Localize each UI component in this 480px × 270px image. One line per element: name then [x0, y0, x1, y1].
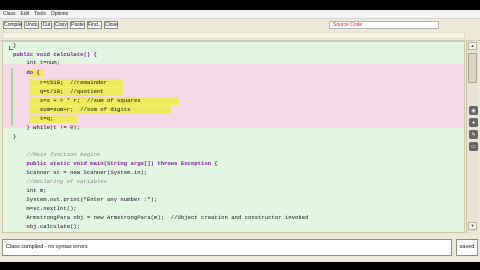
scroll-thumb[interactable] — [468, 53, 477, 83]
menu-tools[interactable]: Tools — [34, 10, 46, 18]
paste-button[interactable]: Paste — [70, 21, 85, 29]
code-text: m=sc.nextInt(); — [13, 205, 77, 212]
code-text: r=t%10; //remainder — [13, 79, 107, 86]
code-text: int t=num; — [13, 59, 60, 66]
code-text: //declaring of variables — [13, 178, 107, 185]
code-text: sum=sum+r; //sum of digits — [13, 106, 131, 113]
code-line: sum=sum+r; //sum of digits — [3, 106, 464, 114]
code-line: } — [3, 133, 464, 141]
code-text: System.out.print("Enter any number :"); — [13, 196, 158, 203]
code-line: public static void main(String args[]) t… — [3, 160, 464, 168]
menubar: Class Edit Tools Options — [0, 10, 480, 19]
code-text: public static void main(String args[]) t… — [13, 160, 218, 167]
code-text: int m; — [13, 187, 47, 194]
code-line: m=sc.nextInt(); — [3, 205, 464, 213]
code-text: Scanner sc = new Scanner(System.in); — [13, 169, 148, 176]
close-button[interactable]: Close — [104, 21, 118, 29]
code-line: } — [3, 42, 464, 50]
code-text: } — [13, 42, 17, 49]
letterbox-top — [0, 0, 480, 10]
code-line: do { — [3, 69, 464, 77]
code-text: public void calculate() { — [13, 51, 97, 58]
monitor-icon[interactable]: ▭ — [469, 142, 478, 151]
code-line: public void calculate() { — [3, 51, 464, 59]
code-line: } while(t != 0); — [3, 124, 464, 132]
code-line: s=s + r * r; //sum of squares — [3, 97, 464, 105]
code-text: obj.calculate(); — [13, 223, 81, 230]
scroll-up-icon[interactable]: ▲ — [468, 42, 477, 50]
code-text: do { — [13, 69, 40, 76]
bluej-editor-window: Class Edit Tools Options Compile Undo Cu… — [0, 10, 480, 262]
code-line: ArmstrongPara obj = new ArmstrongPara(m)… — [3, 214, 464, 222]
code-text: s=s + r * r; //sum of squares — [13, 97, 141, 104]
code-text: //Main function begins — [13, 151, 101, 158]
code-line: q=t/10; //quotient — [3, 88, 464, 96]
letterbox-bottom — [0, 262, 480, 270]
copy-button[interactable]: Copy — [54, 21, 68, 29]
code-line: int t=num; — [3, 59, 464, 67]
code-line: //declaring of variables — [3, 178, 464, 186]
status-message: Class compiled - no syntax errors — [2, 239, 452, 256]
menu-edit[interactable]: Edit — [21, 10, 30, 18]
code-line: //Main function begins — [3, 151, 464, 159]
compile-button[interactable]: Compile — [3, 21, 22, 29]
menu-class[interactable]: Class — [3, 10, 16, 18]
code-text: t=q; — [13, 115, 54, 122]
scroll-down-icon[interactable]: ▼ — [468, 222, 477, 230]
saved-indicator: saved — [456, 239, 478, 256]
code-editor[interactable]: } public void calculate() { int t=num; d… — [2, 41, 465, 233]
code-line: int m; — [3, 187, 464, 195]
camera-icon[interactable]: ◉ — [469, 106, 478, 115]
cut-button[interactable]: Cut — [41, 21, 52, 29]
code-line: System.out.print("Enter any number :"); — [3, 196, 464, 204]
find-button[interactable]: Find... — [87, 21, 102, 29]
code-text: } — [13, 133, 17, 140]
side-toolbar: ◉ ● ✎ ▭ — [469, 106, 480, 154]
code-text: q=t/10; //quotient — [13, 88, 104, 95]
code-line: r=t%10; //remainder — [3, 79, 464, 87]
toolbar: Compile Undo Cut Copy Paste Find... Clos… — [0, 19, 480, 41]
code-text: ArmstrongPara obj = new ArmstrongPara(m)… — [13, 214, 309, 221]
undo-button[interactable]: Undo — [24, 21, 39, 29]
code-line: Scanner sc = new Scanner(System.in); — [3, 169, 464, 177]
menu-options[interactable]: Options — [51, 10, 68, 18]
code-line: obj.calculate(); — [3, 223, 464, 231]
view-select[interactable]: Source Code — [329, 21, 439, 29]
record-icon[interactable]: ● — [469, 118, 478, 127]
editor-top-strip — [2, 32, 465, 39]
code-line: t=q; — [3, 115, 464, 123]
pen-icon[interactable]: ✎ — [469, 130, 478, 139]
code-text: } while(t != 0); — [13, 124, 81, 131]
